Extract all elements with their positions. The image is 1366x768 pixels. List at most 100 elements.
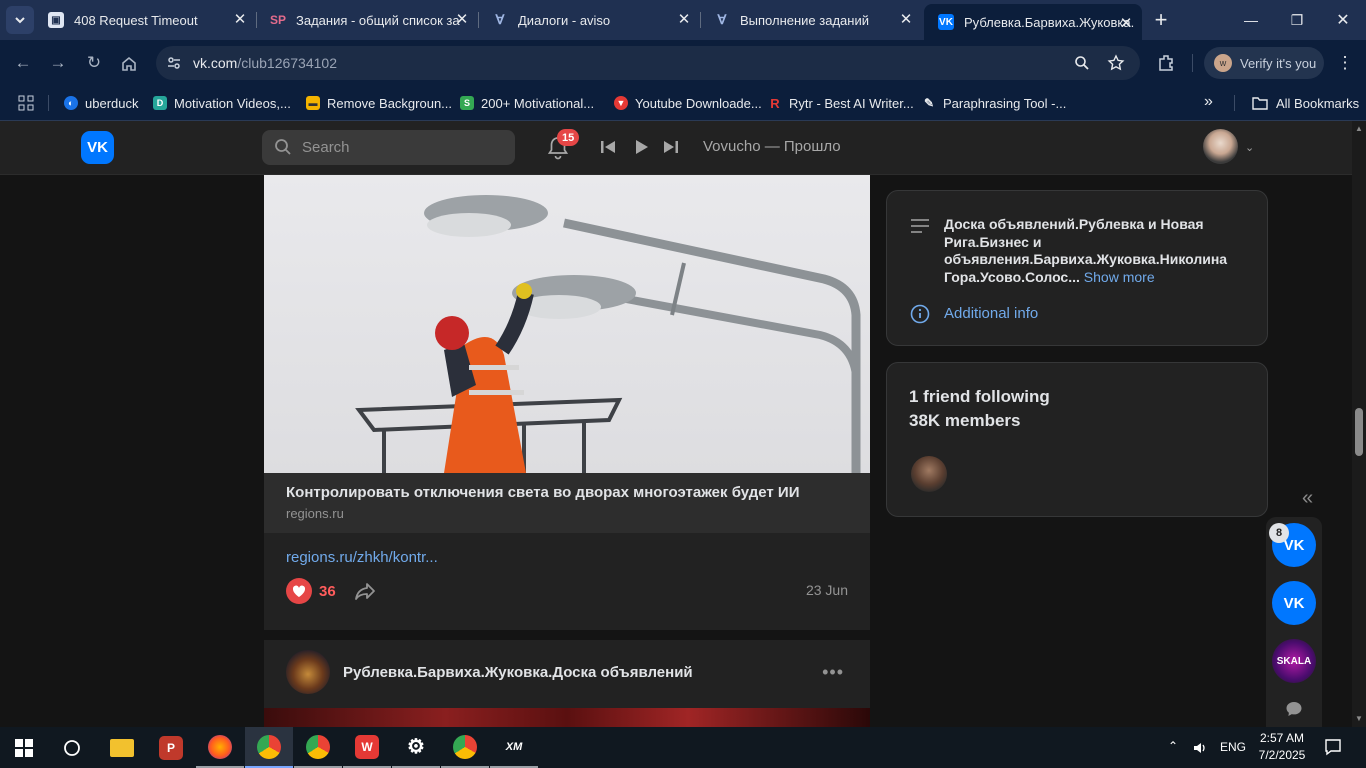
shopify-icon: S — [460, 96, 474, 110]
close-tab-icon[interactable]: ✕ — [454, 12, 470, 28]
forward-button[interactable]: → — [43, 48, 73, 78]
notifications-icon[interactable] — [1324, 738, 1342, 756]
bookmark-item[interactable]: ▬ Remove Backgroun... — [306, 92, 452, 114]
bookmark-item[interactable]: R Rytr - Best AI Writer... — [768, 92, 913, 114]
browser-menu-button[interactable]: ⋮ — [1330, 48, 1360, 78]
like-count: 36 — [319, 582, 336, 600]
share-icon[interactable] — [353, 579, 377, 603]
scroll-up-icon[interactable]: ▲ — [1355, 124, 1363, 133]
play-icon[interactable] — [631, 137, 651, 157]
browser-tab[interactable]: SP Задания - общий список за ✕ — [256, 0, 478, 40]
close-tab-icon[interactable]: ✕ — [1118, 16, 1134, 32]
messages-icon[interactable] — [1285, 700, 1303, 718]
quill-icon: ✎ — [923, 96, 935, 110]
page-scrollbar[interactable]: ▲ ▼ — [1352, 121, 1366, 727]
aviso-icon: ∀ — [495, 12, 505, 27]
browser-tab[interactable]: ▣ 408 Request Timeout ✕ — [34, 0, 256, 40]
wps-office-icon[interactable]: W — [343, 727, 391, 768]
zoom-icon[interactable] — [1074, 55, 1090, 71]
post-image[interactable] — [264, 175, 870, 473]
url-text: vk.com/club126734102 — [193, 55, 337, 71]
post-header: Рублевка.Барвиха.Жуковка.Доска объявлени… — [264, 640, 870, 708]
chevron-down-icon — [15, 17, 25, 24]
windows-start-icon[interactable] — [0, 727, 48, 768]
settings-icon[interactable]: ⚙ — [392, 727, 440, 768]
search-input[interactable]: Search — [262, 130, 515, 165]
chevron-down-icon[interactable]: ⌄ — [1245, 141, 1254, 154]
info-icon — [910, 304, 930, 324]
address-bar-row: ← → ↻ vk.com/club126734102 w Verify it's… — [0, 40, 1366, 85]
vk-logo[interactable]: VK — [81, 131, 114, 164]
browser-tab[interactable]: ∀ Диалоги - aviso ✕ — [478, 0, 700, 40]
bookmark-favicon: ▬ — [306, 96, 320, 110]
snippet-source: regions.ru — [286, 506, 344, 521]
address-bar[interactable]: vk.com/club126734102 — [156, 46, 1140, 80]
bookmark-item[interactable]: ◐ uberduck — [64, 92, 138, 114]
scroll-down-icon[interactable]: ▼ — [1355, 714, 1363, 723]
chrome-icon[interactable] — [294, 727, 342, 768]
like-button[interactable]: 36 — [286, 578, 344, 604]
bookmark-item[interactable]: S 200+ Motivational... — [460, 92, 594, 114]
extensions-icon[interactable] — [1157, 53, 1176, 72]
rytr-icon: R — [770, 95, 780, 111]
close-tab-icon[interactable]: ✕ — [676, 12, 692, 28]
verify-profile-button[interactable]: w Verify it's you — [1204, 47, 1324, 79]
reload-button[interactable]: ↻ — [79, 48, 109, 78]
more-bookmarks-icon[interactable]: » — [1204, 93, 1213, 111]
search-icon — [275, 139, 291, 155]
xm-icon[interactable]: XM — [490, 727, 538, 768]
restore-button[interactable]: ❐ — [1274, 0, 1320, 40]
chat-dock: VK 8 VK SKALA — [1266, 517, 1322, 727]
close-tab-icon[interactable]: ✕ — [898, 12, 914, 28]
language-indicator[interactable]: ENG — [1220, 740, 1246, 754]
user-avatar[interactable] — [1203, 129, 1238, 164]
psiphon-icon[interactable]: P — [147, 727, 195, 768]
chrome-icon[interactable] — [245, 727, 293, 768]
bookmark-star-icon[interactable] — [1107, 54, 1125, 72]
search-icon[interactable] — [48, 727, 96, 768]
volume-icon[interactable] — [1192, 740, 1208, 756]
site-settings-icon[interactable] — [166, 55, 182, 71]
browser-tab-active[interactable]: VK Рублевка.Барвиха.Жуковка. ✕ — [924, 4, 1142, 40]
more-options-icon[interactable]: ••• — [822, 662, 844, 683]
clock[interactable]: 2:57 AM 7/2/2025 — [1256, 730, 1308, 764]
minimize-button[interactable]: — — [1228, 0, 1274, 40]
post-date[interactable]: 23 Jun — [806, 582, 848, 598]
bookmark-label: Remove Backgroun... — [327, 95, 453, 111]
show-hidden-icons[interactable]: ⌃ — [1168, 739, 1178, 753]
tab-title: 408 Request Timeout — [74, 12, 198, 28]
skala-chat-avatar[interactable]: SKALA — [1272, 639, 1316, 683]
members-card[interactable]: 1 friend following 38K members — [886, 362, 1268, 517]
tab-search-button[interactable] — [6, 6, 34, 34]
close-tab-icon[interactable]: ✕ — [232, 12, 248, 28]
home-button[interactable] — [114, 48, 144, 78]
post-image[interactable] — [264, 708, 870, 727]
vk-chat-avatar[interactable]: VK — [1272, 581, 1316, 625]
scrollbar-thumb[interactable] — [1355, 408, 1363, 456]
bookmark-item[interactable]: ✎ Paraphrasing Tool -... — [922, 92, 1066, 114]
apps-grid-icon[interactable] — [18, 95, 34, 111]
vk-icon: VK — [938, 14, 954, 30]
next-track-icon[interactable] — [661, 137, 681, 157]
group-avatar[interactable] — [286, 650, 330, 694]
post-link[interactable]: regions.ru/zhkh/kontr... — [286, 549, 438, 566]
collapse-chats-icon[interactable]: « — [1302, 487, 1313, 510]
additional-info-link[interactable]: Additional info — [944, 305, 1038, 322]
sp-icon: SP — [270, 13, 287, 27]
show-more-link[interactable]: Show more — [1084, 269, 1155, 285]
chrome-icon[interactable] — [441, 727, 489, 768]
all-bookmarks-button[interactable]: All Bookmarks — [1252, 92, 1359, 114]
bookmark-item[interactable]: ▼ Youtube Downloade... — [614, 92, 762, 114]
group-name[interactable]: Рублевка.Барвиха.Жуковка.Доска объявлени… — [343, 664, 693, 681]
friend-avatar[interactable] — [911, 456, 947, 492]
firefox-icon[interactable] — [196, 727, 244, 768]
new-tab-button[interactable]: + — [1148, 8, 1174, 34]
browser-tab[interactable]: ∀ Выполнение заданий ✕ — [700, 0, 922, 40]
file-explorer-icon[interactable] — [98, 727, 146, 768]
previous-track-icon[interactable] — [598, 137, 618, 157]
close-window-button[interactable]: ✕ — [1320, 0, 1366, 40]
now-playing-title[interactable]: Vovucho — Прошло — [703, 138, 841, 155]
link-snippet[interactable]: Контролировать отключения света во двора… — [264, 473, 870, 533]
bookmark-item[interactable]: D Motivation Videos,... — [153, 92, 291, 114]
back-button[interactable]: ← — [8, 48, 38, 78]
